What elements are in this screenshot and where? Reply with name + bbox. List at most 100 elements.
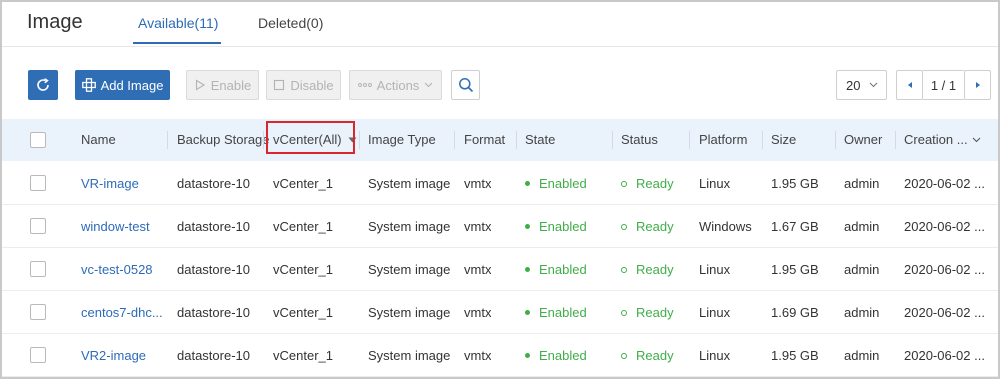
page-size-value: 20 (846, 77, 861, 93)
format-cell: vmtx (464, 176, 492, 191)
column-backup-storage[interactable]: Backup Storage (177, 119, 270, 161)
vcenter-cell: vCenter_1 (273, 219, 333, 234)
search-button[interactable] (451, 70, 480, 100)
row-checkbox[interactable] (30, 261, 46, 277)
creation-cell: 2020-06-02 ... (904, 176, 985, 191)
backup-storage-cell: datastore-10 (177, 176, 250, 191)
table-row[interactable]: VR2-image datastore-10 vCenter_1 System … (2, 334, 998, 377)
size-cell: 1.95 GB (771, 176, 819, 191)
table-header: Name Backup Storage vCenter(All) Image T… (2, 119, 998, 161)
column-divider (762, 131, 763, 149)
status-cell: Ready (621, 205, 674, 248)
image-name-link[interactable]: vc-test-0528 (81, 248, 165, 291)
row-checkbox[interactable] (30, 304, 46, 320)
backup-storage-cell: datastore-10 (177, 219, 250, 234)
state-cell: Enabled (525, 205, 587, 248)
column-divider (167, 131, 168, 149)
table-row[interactable]: VR-image datastore-10 vCenter_1 System i… (2, 162, 998, 205)
play-icon (194, 79, 206, 91)
image-name-link[interactable]: centos7-dhc... (81, 291, 165, 334)
owner-cell: admin (844, 219, 880, 234)
column-format[interactable]: Format (464, 119, 505, 161)
ready-ring-icon (621, 266, 627, 273)
disable-label: Disable (290, 77, 334, 93)
tab-deleted[interactable]: Deleted(0) (258, 15, 323, 31)
image-name-link[interactable]: VR2-image (81, 334, 165, 377)
creation-label: Creation ... (904, 132, 968, 147)
row-checkbox[interactable] (30, 218, 46, 234)
ready-ring-icon (621, 309, 627, 316)
status-label: Ready (636, 176, 674, 191)
platform-cell: Windows (699, 219, 752, 234)
column-creation[interactable]: Creation ... (904, 119, 981, 161)
column-owner[interactable]: Owner (844, 119, 882, 161)
row-checkbox[interactable] (30, 347, 46, 363)
actions-label: Actions (376, 77, 420, 93)
page-size-select[interactable]: 20 (836, 70, 887, 100)
state-label: Enabled (539, 219, 587, 234)
backup-storage-cell: datastore-10 (177, 262, 250, 277)
creation-cell: 2020-06-02 ... (904, 262, 985, 277)
column-name[interactable]: Name (81, 119, 116, 161)
vcenter-highlight-box (266, 121, 355, 154)
column-divider (263, 131, 264, 149)
size-cell: 1.67 GB (771, 219, 819, 234)
prev-page-button[interactable] (896, 70, 923, 100)
column-image-type[interactable]: Image Type (368, 119, 436, 161)
disable-button[interactable]: Disable (266, 70, 341, 100)
page-title: Image (27, 11, 83, 33)
next-page-icon (974, 81, 982, 89)
column-status[interactable]: Status (621, 119, 658, 161)
enabled-dot-icon (525, 224, 530, 230)
state-cell: Enabled (525, 248, 587, 291)
status-cell: Ready (621, 334, 674, 377)
enabled-dot-icon (525, 267, 530, 273)
owner-cell: admin (844, 262, 880, 277)
column-size[interactable]: Size (771, 119, 796, 161)
row-checkbox[interactable] (30, 175, 46, 191)
creation-cell: 2020-06-02 ... (904, 219, 985, 234)
format-cell: vmtx (464, 348, 492, 363)
refresh-button[interactable] (28, 70, 58, 100)
size-cell: 1.69 GB (771, 305, 819, 320)
column-divider (895, 131, 896, 149)
owner-cell: admin (844, 176, 880, 191)
state-label: Enabled (539, 348, 587, 363)
vcenter-cell: vCenter_1 (273, 348, 333, 363)
enabled-dot-icon (525, 181, 530, 187)
column-divider (612, 131, 613, 149)
column-divider (359, 131, 360, 149)
column-divider (835, 131, 836, 149)
state-cell: Enabled (525, 291, 587, 334)
page-header: Image Available(11) Deleted(0) (2, 2, 998, 47)
table-row[interactable]: centos7-dhc... datastore-10 vCenter_1 Sy… (2, 291, 998, 334)
add-image-button[interactable]: Add Image (75, 70, 170, 100)
enabled-dot-icon (525, 310, 530, 316)
creation-cell: 2020-06-02 ... (904, 305, 985, 320)
next-page-button[interactable] (964, 70, 991, 100)
add-image-label: Add Image (100, 77, 164, 93)
format-cell: vmtx (464, 219, 492, 234)
backup-storage-cell: datastore-10 (177, 348, 250, 363)
tab-available[interactable]: Available(11) (138, 15, 218, 31)
image-name-link[interactable]: VR-image (81, 162, 165, 205)
platform-cell: Linux (699, 262, 731, 277)
select-all-checkbox[interactable] (30, 132, 46, 148)
platform-cell: Linux (699, 305, 731, 320)
table-row[interactable]: window-test datastore-10 vCenter_1 Syste… (2, 205, 998, 248)
status-cell: Ready (621, 162, 674, 205)
image-type-cell: System image (368, 305, 451, 320)
pagination-indicator: 1 / 1 (923, 70, 964, 100)
column-state[interactable]: State (525, 119, 555, 161)
table-row[interactable]: vc-test-0528 datastore-10 vCenter_1 Syst… (2, 248, 998, 291)
column-divider (689, 131, 690, 149)
state-cell: Enabled (525, 162, 587, 205)
column-platform[interactable]: Platform (699, 119, 747, 161)
format-cell: vmtx (464, 262, 492, 277)
platform-cell: Linux (699, 176, 731, 191)
column-divider (516, 131, 517, 149)
image-type-cell: System image (368, 262, 451, 277)
image-name-link[interactable]: window-test (81, 205, 165, 248)
enable-button[interactable]: Enable (186, 70, 259, 100)
actions-dropdown[interactable]: Actions (349, 70, 442, 100)
